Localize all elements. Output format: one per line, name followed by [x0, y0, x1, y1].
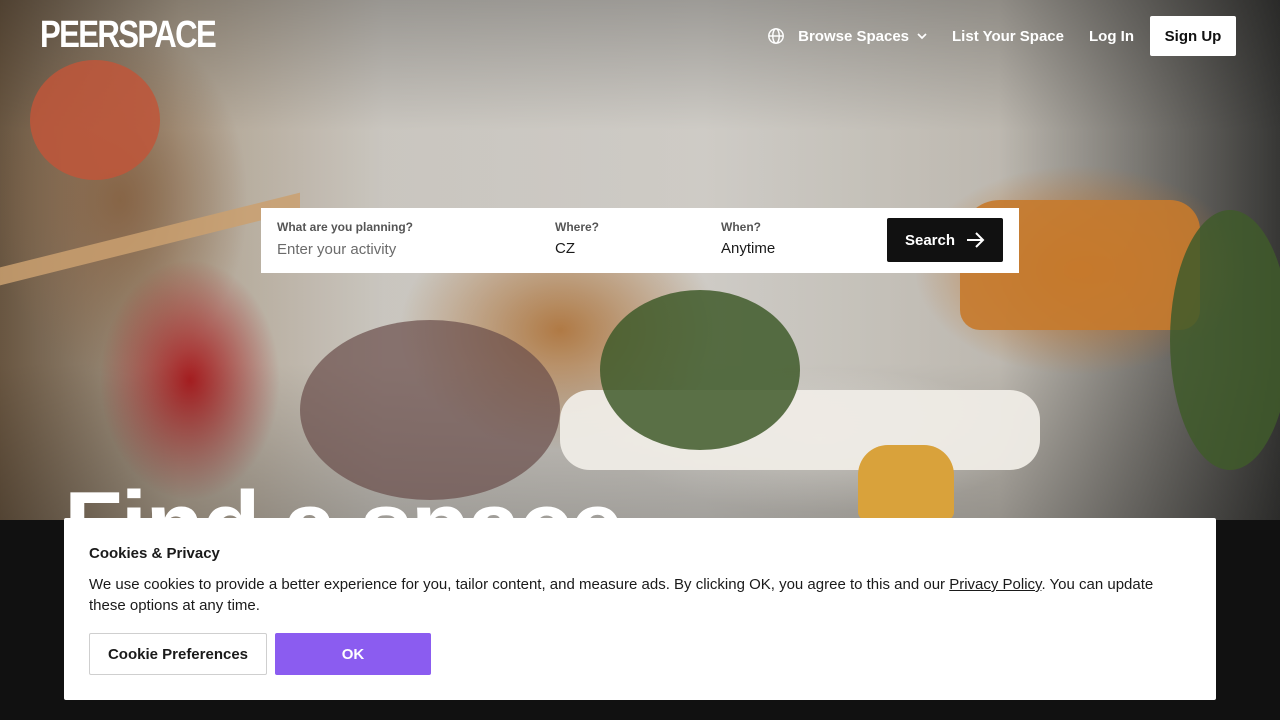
flowers-decoration	[30, 60, 160, 180]
cookie-text-start: We use cookies to provide a better exper…	[89, 576, 950, 593]
hero-headline: Find a space	[64, 478, 624, 521]
cookie-text: We use cookies to provide a better exper…	[89, 574, 1189, 616]
shelf-decoration	[0, 192, 300, 286]
globe-icon[interactable]	[767, 27, 785, 45]
where-field[interactable]: Where? CZ	[555, 220, 599, 261]
search-button-label: Search	[904, 231, 956, 249]
where-value[interactable]: CZ	[555, 237, 599, 261]
cookie-preferences-button[interactable]: Cookie Preferences	[89, 633, 267, 675]
when-label: When?	[721, 220, 761, 234]
browse-spaces-menu[interactable]: Browse Spaces	[767, 27, 928, 45]
cookie-title: Cookies & Privacy	[89, 545, 220, 562]
activity-field[interactable]: What are you planning?	[277, 220, 527, 261]
search-button[interactable]: Search	[887, 218, 1003, 262]
cookie-actions: Cookie Preferences OK	[89, 633, 1191, 675]
activity-label: What are you planning?	[277, 220, 414, 234]
sign-up-button[interactable]: Sign Up	[1150, 16, 1236, 56]
log-in-link[interactable]: Log In	[1089, 28, 1134, 45]
site-header: PEERSPACE Browse Spaces List Your Space …	[0, 0, 1280, 72]
search-bar: What are you planning? Where? CZ When? A…	[261, 208, 1019, 273]
arrow-right-icon	[967, 232, 985, 248]
browse-spaces-label: Browse Spaces	[798, 27, 910, 45]
list-your-space-link[interactable]: List Your Space	[952, 28, 1064, 45]
chevron-down-icon	[917, 33, 927, 40]
main-nav: Browse Spaces List Your Space Log In Sig…	[767, 16, 1236, 56]
cookie-banner: Cookies & Privacy We use cookies to prov…	[64, 518, 1216, 700]
vase-decoration	[858, 445, 954, 520]
plant-decoration	[600, 290, 800, 450]
where-label: Where?	[555, 220, 600, 234]
when-value[interactable]: Anytime	[721, 237, 775, 261]
privacy-policy-link[interactable]: Privacy Policy	[949, 576, 1041, 593]
activity-input[interactable]	[277, 237, 527, 261]
peerspace-logo[interactable]: PEERSPACE	[40, 15, 217, 55]
plant-right-decoration	[1170, 210, 1280, 470]
when-field[interactable]: When? Anytime	[721, 220, 775, 261]
cookie-ok-button[interactable]: OK	[275, 633, 431, 675]
